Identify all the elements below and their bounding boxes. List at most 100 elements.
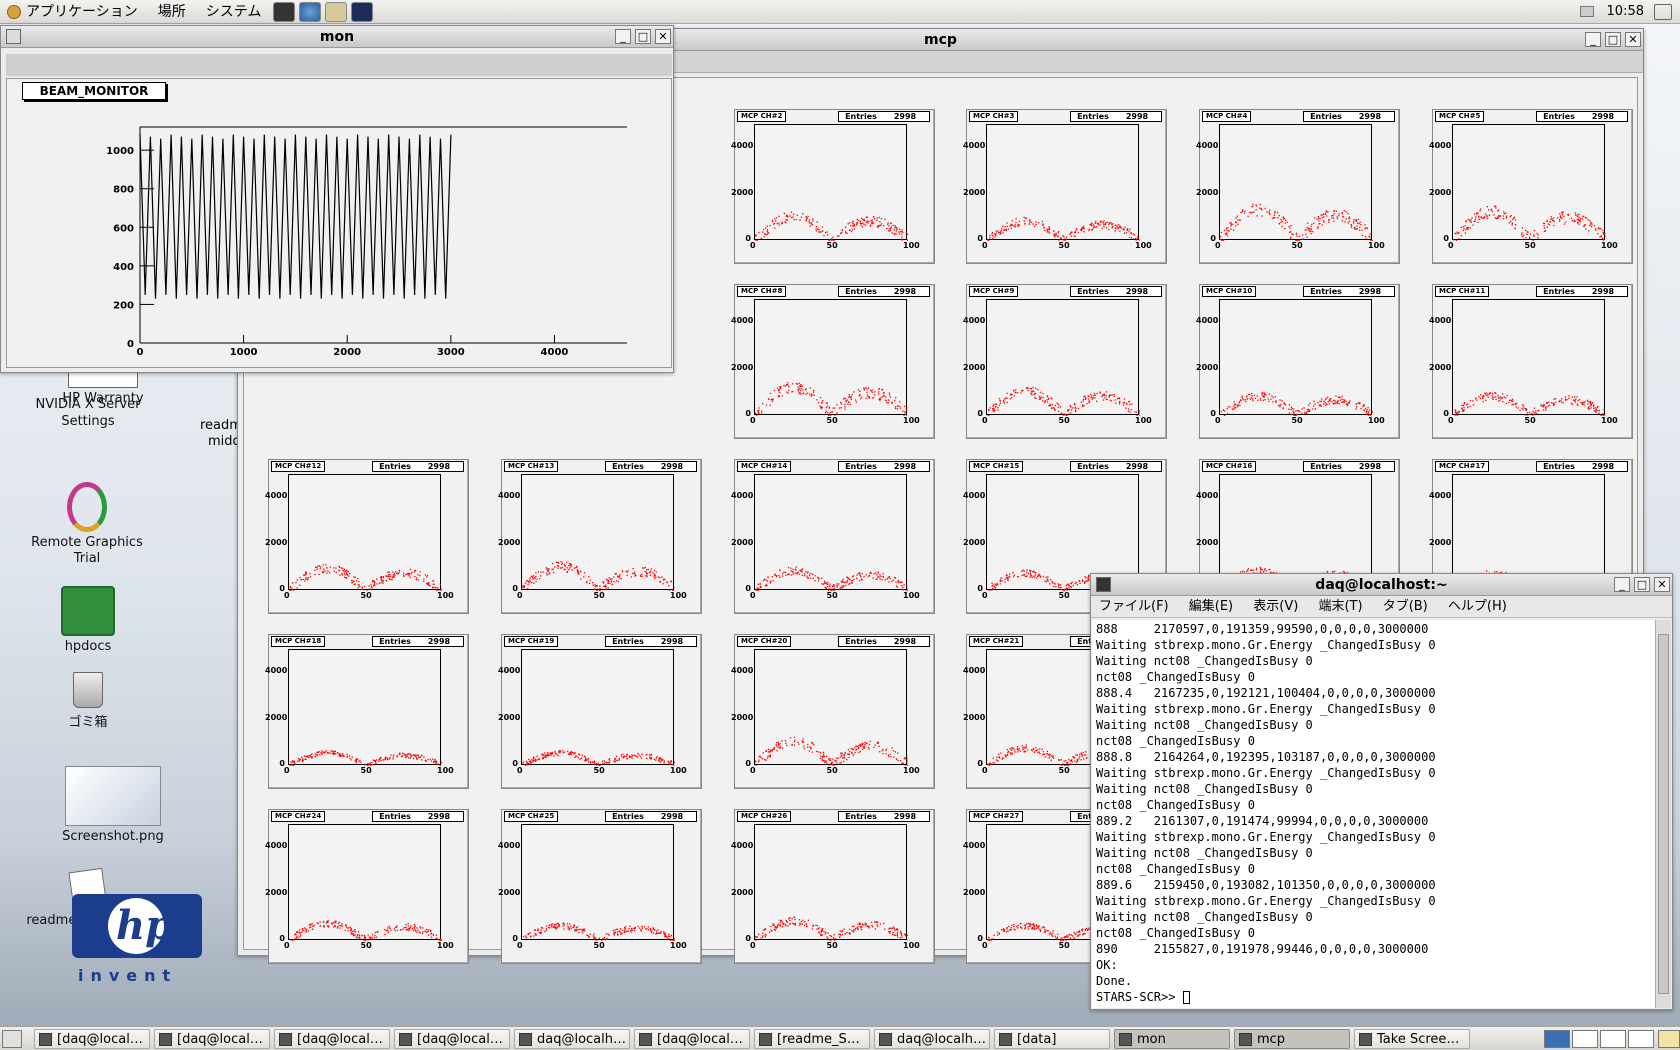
- tray-icon[interactable]: [1580, 6, 1594, 17]
- data-point: [876, 578, 878, 580]
- mcp-pad[interactable]: MCP CH#19 Entries 2998 0 2000 4000 0 50 100: [498, 634, 702, 789]
- data-point: [1486, 206, 1489, 208]
- volume-icon[interactable]: [1654, 4, 1672, 20]
- desktop-icon-remote-graphics[interactable]: Remote Graphics Trial: [17, 482, 157, 567]
- data-point: [1038, 751, 1040, 753]
- desktop-icon-trash[interactable]: ゴミ箱: [18, 672, 158, 730]
- data-point: [790, 567, 792, 569]
- system-menu[interactable]: システム: [196, 0, 272, 24]
- data-point: [1537, 237, 1539, 239]
- data-point: [1044, 756, 1046, 758]
- close-button[interactable]: ✕: [1625, 32, 1641, 47]
- applications-menu[interactable]: アプリケーション: [0, 0, 148, 24]
- data-point: [332, 750, 334, 753]
- data-point: [371, 936, 373, 938]
- mail-icon[interactable]: [325, 1, 348, 22]
- places-menu[interactable]: 場所: [148, 0, 196, 24]
- data-point: [1001, 758, 1003, 760]
- clock[interactable]: 10:58: [1607, 0, 1644, 24]
- data-point: [435, 761, 437, 763]
- stats-entries: 2998: [1591, 287, 1615, 296]
- data-point: [543, 756, 545, 758]
- data-point: [374, 931, 377, 934]
- data-point: [1025, 387, 1027, 389]
- y-tick-label: 0: [977, 234, 983, 243]
- data-point: [1263, 396, 1265, 398]
- data-point: [1324, 212, 1327, 214]
- mcp-pad[interactable]: MCP CH#10 Entries 2998 0 2000 4000 0 50 100: [1196, 284, 1400, 439]
- desktop-icon-nvidia[interactable]: NVIDIA X Server Settings: [18, 393, 158, 430]
- mcp-pad[interactable]: MCP CH#25 Entries 2998 0 2000 4000 0 50 100: [498, 809, 702, 964]
- mcp-pad[interactable]: MCP CH#4 Entries 2998 0 2000 4000 0 50 100: [1196, 109, 1400, 264]
- data-point: [653, 577, 656, 580]
- mcp-pad[interactable]: MCP CH#14 Entries 2998 0 2000 4000 0 50 100: [731, 459, 935, 614]
- data-point: [1082, 400, 1084, 402]
- mcp-pad[interactable]: MCP CH#24 Entries 2998 0 2000 4000 0 50 100: [265, 809, 469, 964]
- y-tick-label: 2000: [265, 712, 288, 722]
- data-point: [1523, 234, 1525, 236]
- data-point: [1027, 928, 1030, 930]
- desktop-icon-hpdocs[interactable]: hpdocs: [18, 586, 158, 654]
- data-point: [902, 586, 904, 589]
- mcp-pad[interactable]: MCP CH#18 Entries 2998 0 2000 4000 0 50 100: [265, 634, 469, 789]
- data-point: [1232, 223, 1234, 225]
- data-point: [1046, 752, 1048, 755]
- data-point: [584, 760, 587, 762]
- data-point: [766, 757, 769, 759]
- data-point: [800, 392, 802, 394]
- data-point: [1256, 567, 1258, 569]
- data-point: [991, 589, 993, 591]
- data-point: [1249, 393, 1251, 396]
- data-point: [882, 752, 884, 755]
- mcp-pad[interactable]: MCP CH#20 Entries 2998 0 2000 4000 0 50 100: [731, 634, 935, 789]
- data-point: [1230, 224, 1232, 227]
- browser-icon[interactable]: [299, 1, 322, 22]
- data-point: [1336, 400, 1339, 403]
- camera-icon[interactable]: [273, 1, 296, 22]
- data-point: [574, 930, 576, 932]
- data-point: [1050, 397, 1053, 399]
- data-point: [1118, 401, 1121, 404]
- minimize-button[interactable]: _: [1585, 32, 1601, 47]
- mcp-pad[interactable]: MCP CH#5 Entries 2998 0 2000 4000 0 50 100: [1429, 109, 1633, 264]
- data-point: [761, 412, 763, 414]
- data-point: [603, 937, 605, 939]
- desktop-icon-screenshot[interactable]: Screenshot.png: [43, 766, 183, 844]
- mcp-pad[interactable]: MCP CH#9 Entries 2998 0 2000 4000 0 50 100: [963, 284, 1167, 439]
- data-point: [887, 222, 889, 224]
- data-point: [838, 588, 841, 591]
- mcp-pad[interactable]: MCP CH#12 Entries 2998 0 2000 4000 0 50 100: [265, 459, 469, 614]
- data-point: [793, 744, 796, 746]
- data-point: [894, 225, 896, 227]
- data-point: [545, 929, 548, 931]
- data-point: [1024, 928, 1026, 930]
- data-point: [1293, 408, 1295, 410]
- data-point: [1012, 576, 1015, 578]
- data-point: [1584, 216, 1586, 219]
- data-point: [1545, 409, 1547, 411]
- data-point: [1332, 214, 1334, 217]
- data-point: [421, 932, 424, 935]
- data-point: [756, 587, 758, 589]
- mcp-pad[interactable]: MCP CH#3 Entries 2998 0 2000 4000 0 50 100: [963, 109, 1167, 264]
- data-point: [809, 393, 811, 396]
- data-point: [1478, 218, 1480, 220]
- maximize-button[interactable]: □: [1605, 32, 1621, 47]
- mcp-pad[interactable]: MCP CH#13 Entries 2998 0 2000 4000 0 50 100: [498, 459, 702, 614]
- terminal-icon[interactable]: [351, 1, 374, 22]
- data-point: [1493, 205, 1496, 207]
- data-point: [1051, 407, 1053, 410]
- data-point: [1466, 226, 1468, 229]
- x-tick-label: 50: [1291, 416, 1303, 425]
- data-point: [1034, 576, 1036, 578]
- data-point: [334, 924, 336, 926]
- mcp-pad[interactable]: MCP CH#8 Entries 2998 0 2000 4000 0 50 100: [731, 284, 935, 439]
- mcp-pad[interactable]: MCP CH#2 Entries 2998 0 2000 4000 0 50 100: [731, 109, 935, 264]
- data-point: [1547, 401, 1550, 403]
- data-point: [860, 222, 862, 225]
- mcp-pad[interactable]: MCP CH#11 Entries 2998 0 2000 4000 0 50 100: [1429, 284, 1633, 439]
- pad-name: MCP CH#10: [1202, 286, 1257, 297]
- data-point: [1003, 402, 1006, 404]
- mcp-pad[interactable]: MCP CH#26 Entries 2998 0 2000 4000 0 50 100: [731, 809, 935, 964]
- data-point: [841, 755, 843, 757]
